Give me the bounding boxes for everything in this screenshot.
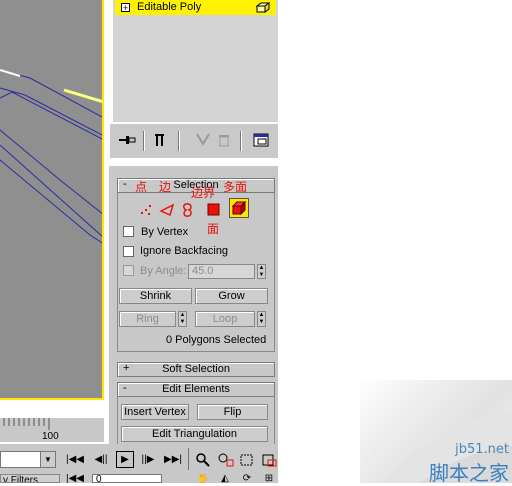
- by-vertex-label: By Vertex: [141, 226, 189, 238]
- ring-button[interactable]: Ring: [119, 311, 176, 327]
- stack-item-editable-poly[interactable]: + Editable Poly: [115, 0, 276, 15]
- zoom-icon[interactable]: [194, 452, 212, 468]
- soft-selection-title: Soft Selection: [162, 363, 230, 375]
- annotation-border: 边界: [191, 186, 216, 200]
- viewport-wireframe: [0, 69, 102, 244]
- flip-button[interactable]: Flip: [197, 404, 268, 420]
- stack-toolbar: [110, 124, 278, 158]
- border-mode-icon[interactable]: [180, 202, 196, 218]
- pan-icon[interactable]: ✋: [194, 474, 212, 483]
- shrink-button[interactable]: Shrink: [119, 288, 192, 304]
- soft-selection-rollout-header[interactable]: + Soft Selection: [117, 362, 275, 377]
- site-watermark: jb51.net 脚本之家: [360, 380, 512, 485]
- go-to-end-icon[interactable]: ▶▶|: [164, 452, 182, 468]
- insert-vertex-button[interactable]: Insert Vertex: [121, 404, 189, 420]
- by-angle-label: By Angle:: [140, 265, 187, 277]
- selection-filter-dropdown[interactable]: y Filters: [0, 474, 60, 483]
- watermark-name: 脚本之家: [429, 461, 509, 485]
- next-frame-icon[interactable]: ||▶: [139, 452, 157, 468]
- stack-item-label: Editable Poly: [137, 1, 202, 13]
- zoom-extents-all-icon[interactable]: [260, 452, 278, 468]
- make-unique-icon[interactable]: [195, 133, 211, 149]
- element-mode-icon[interactable]: [229, 198, 249, 218]
- time-ruler[interactable]: 100: [0, 418, 104, 442]
- field-of-view-icon[interactable]: ◭: [216, 474, 234, 483]
- annotation-face: 面: [207, 222, 220, 236]
- edit-elements-rollout-header[interactable]: - Edit Elements: [117, 382, 275, 397]
- pin-stack-icon[interactable]: [118, 133, 136, 149]
- by-angle-checkbox[interactable]: [123, 265, 134, 276]
- configure-sets-icon[interactable]: [253, 133, 271, 149]
- key-mode-dropdown[interactable]: ▼: [0, 451, 56, 468]
- command-panel: - Selection 点 边 边界 多面 面 By Vertex Ignore…: [109, 166, 278, 483]
- editable-poly-cube-icon: [256, 2, 270, 13]
- go-to-start-icon[interactable]: |◀◀: [66, 452, 84, 468]
- vertex-mode-icon[interactable]: [138, 202, 154, 218]
- bottom-controls: ▼ |◀◀ ◀|| ▶ ||▶ ▶▶| y Filters |◀◀ 0 ✋ ◭ …: [0, 444, 278, 483]
- watermark-site: jb51.net: [455, 442, 509, 457]
- play-icon[interactable]: ▶: [116, 451, 134, 468]
- loop-spinner[interactable]: ▲ ▼: [257, 311, 266, 327]
- edit-elements-title: Edit Elements: [162, 383, 230, 395]
- previous-frame-icon[interactable]: ◀||: [92, 452, 110, 468]
- expand-icon[interactable]: +: [121, 3, 130, 13]
- ruler-tick-label: 100: [42, 431, 59, 442]
- annotation-polygon: 多面: [223, 180, 248, 194]
- edge-mode-icon[interactable]: [159, 202, 175, 218]
- dropdown-arrow-icon[interactable]: ▼: [40, 452, 55, 467]
- annotation-point: 点: [135, 180, 148, 194]
- ring-spinner[interactable]: ▲ ▼: [178, 311, 187, 327]
- ignore-backfacing-label: Ignore Backfacing: [140, 245, 229, 257]
- remove-modifier-icon[interactable]: [216, 133, 232, 149]
- ignore-backfacing-checkbox[interactable]: [123, 246, 134, 257]
- selected-edge-yellow: [63, 88, 102, 103]
- zoom-all-icon[interactable]: [216, 452, 234, 468]
- maximize-viewport-icon[interactable]: ⊞: [260, 474, 278, 483]
- by-vertex-checkbox[interactable]: [123, 226, 134, 237]
- angle-spinner[interactable]: ▲ ▼: [257, 264, 266, 279]
- loop-button[interactable]: Loop: [195, 311, 255, 327]
- zoom-extents-icon[interactable]: [238, 452, 256, 468]
- selection-status: 0 Polygons Selected: [166, 334, 267, 346]
- perspective-viewport[interactable]: [0, 0, 104, 400]
- annotation-edge: 边: [159, 180, 172, 194]
- current-frame-input[interactable]: 0: [92, 474, 162, 483]
- show-end-result-icon[interactable]: [152, 133, 168, 149]
- edit-triangulation-button[interactable]: Edit Triangulation: [121, 426, 268, 442]
- selected-edge-white: [0, 69, 21, 77]
- orbit-icon[interactable]: ⟳: [238, 474, 256, 483]
- key-filters-icon[interactable]: |◀◀: [66, 474, 84, 483]
- grow-button[interactable]: Grow: [195, 288, 268, 304]
- modifier-stack-list[interactable]: [113, 0, 279, 122]
- angle-input[interactable]: 45.0: [188, 264, 255, 279]
- polygon-mode-icon[interactable]: [206, 202, 222, 218]
